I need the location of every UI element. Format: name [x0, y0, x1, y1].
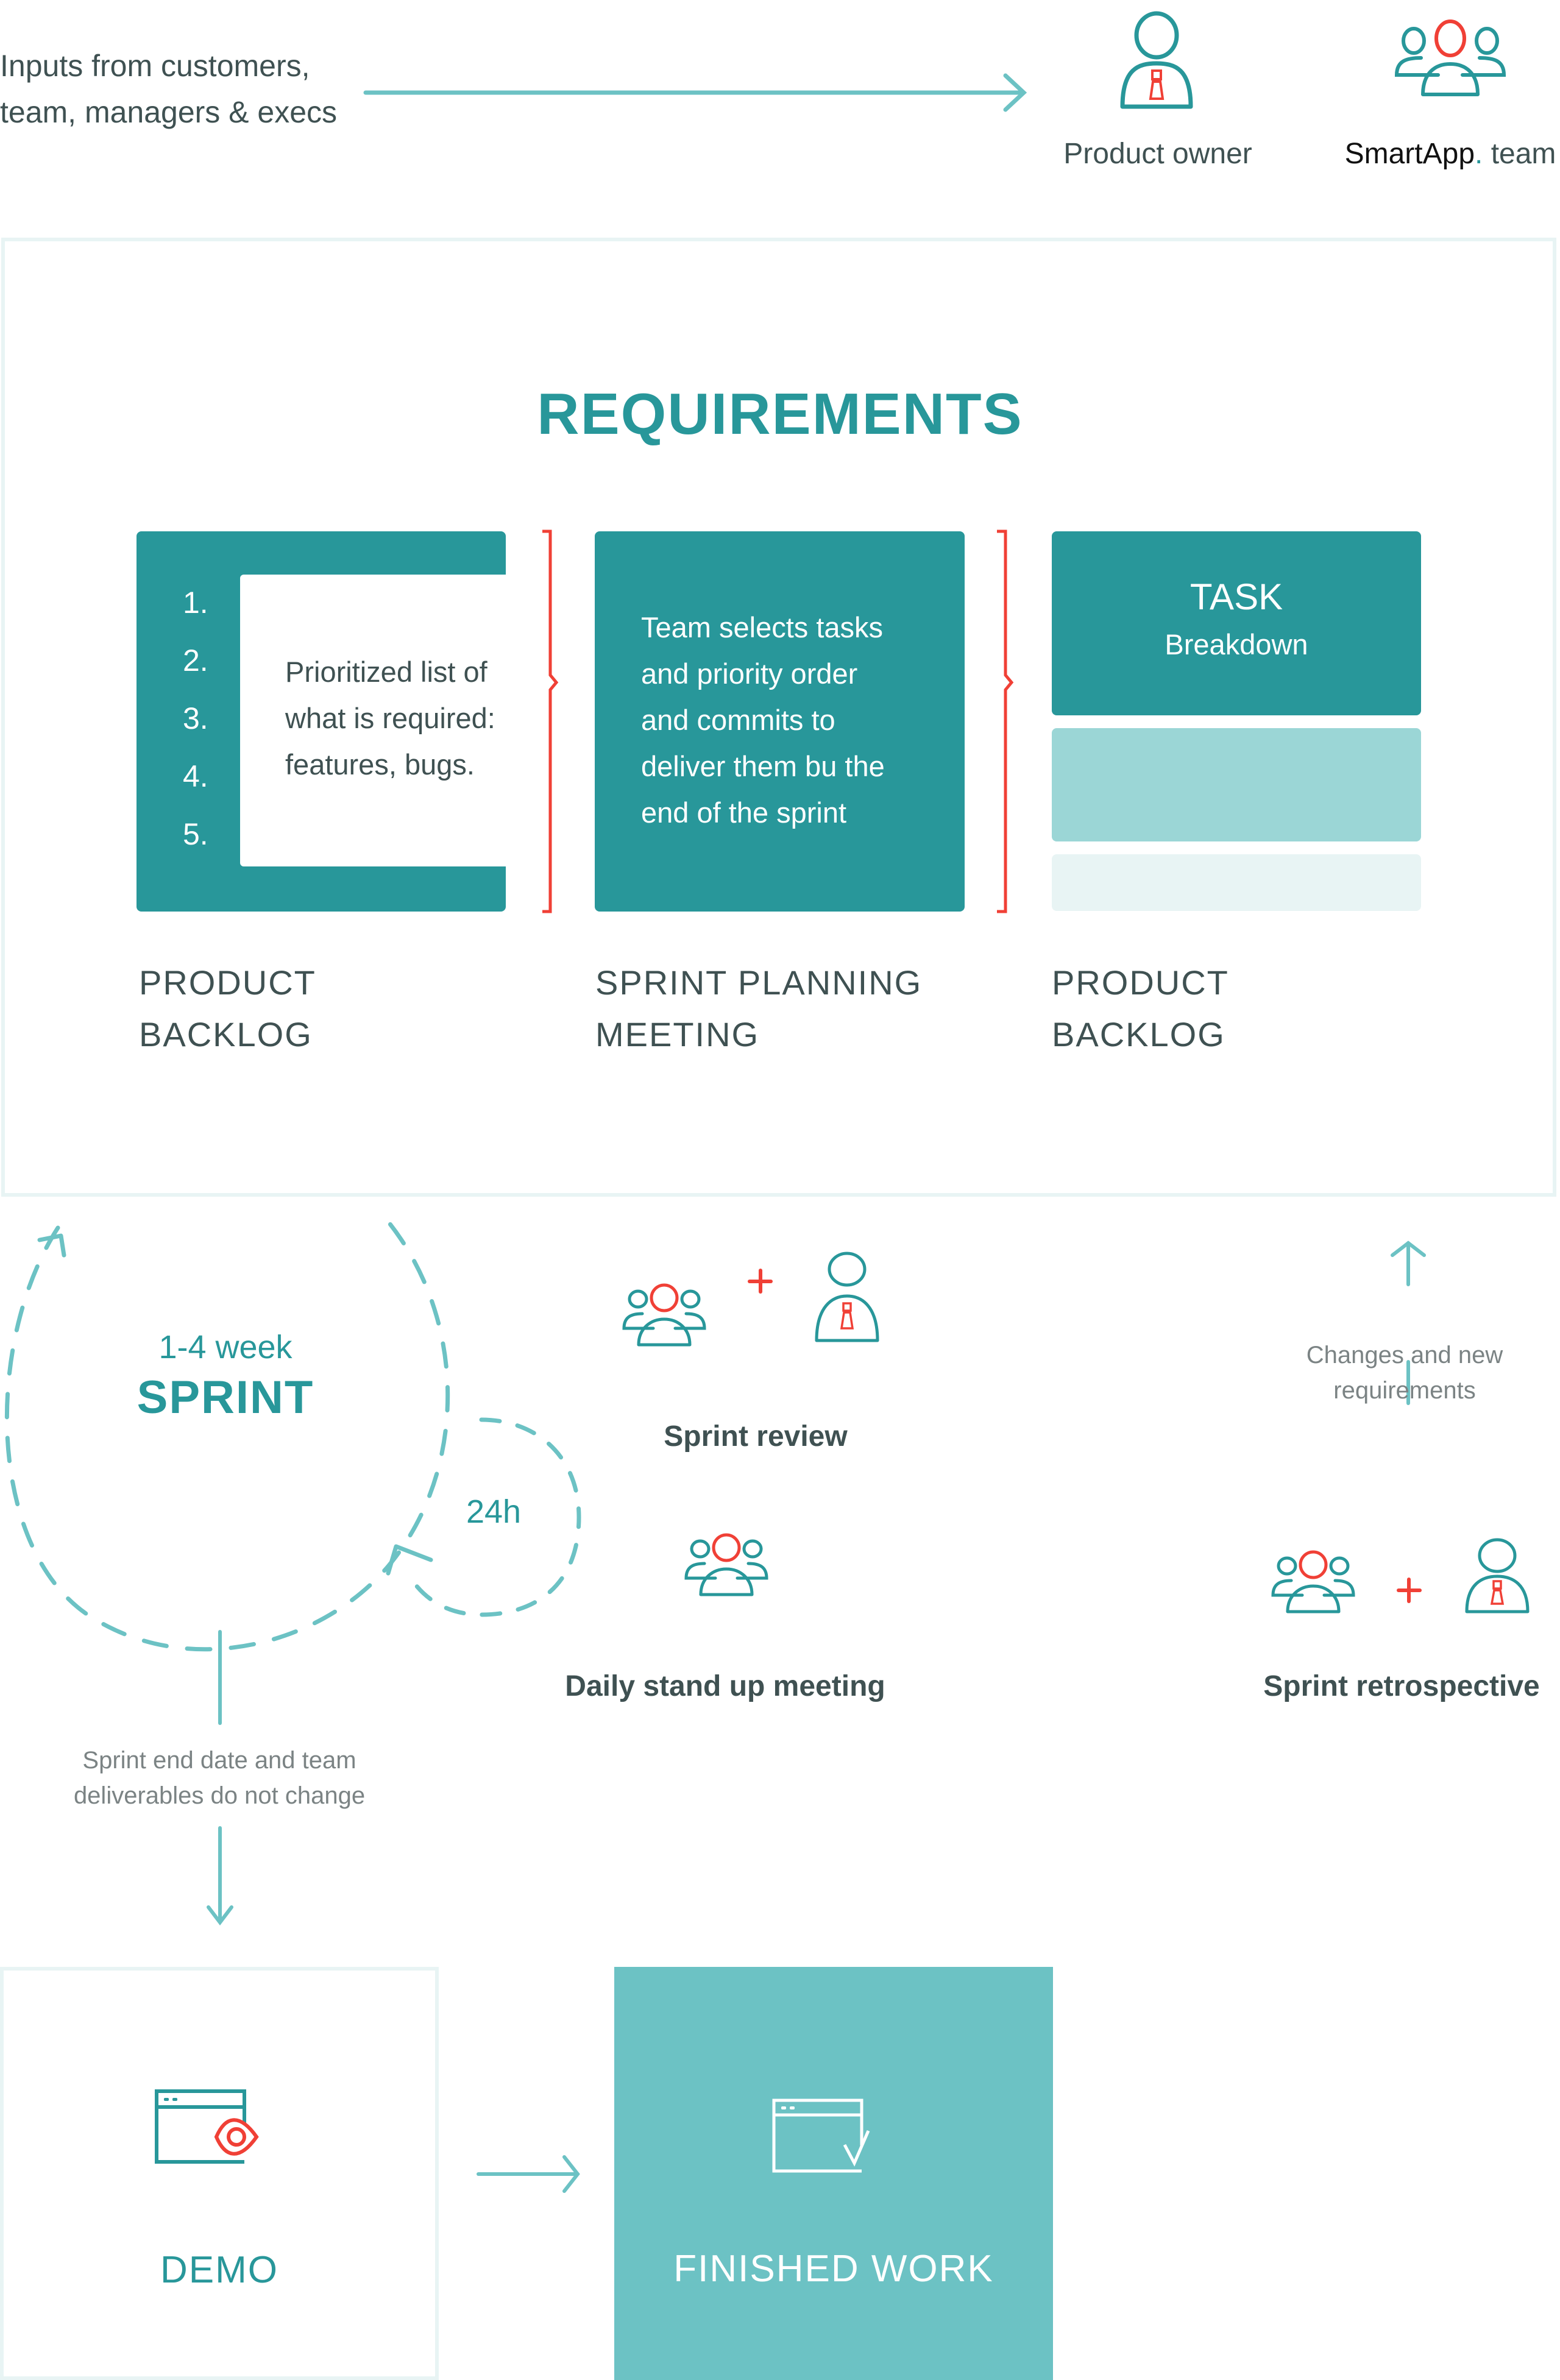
daily-cycle-label: 24h — [466, 1493, 522, 1530]
bracket-icon — [542, 529, 559, 913]
note-line: requirements — [1333, 1377, 1476, 1404]
sprint-title: SPRINT — [136, 1372, 314, 1423]
product-owner-icon — [815, 1252, 879, 1342]
changes-note: Changes and new requirements — [1268, 1337, 1542, 1408]
note-line: Changes and new — [1306, 1342, 1503, 1369]
note-line: Sprint end date and team — [82, 1747, 356, 1774]
plus-icon — [748, 1269, 773, 1294]
sprint-review-label: Sprint review — [664, 1420, 848, 1453]
brackets-layer — [542, 529, 1014, 913]
sprint-cycle-loop — [4, 1207, 450, 1652]
sprint-end-note: Sprint end date and team deliverables do… — [37, 1743, 402, 1813]
window-check-icon — [772, 2098, 870, 2173]
daily-standup-label: Daily stand up meeting — [565, 1670, 885, 1702]
demo-label: DEMO — [160, 2249, 278, 2291]
sprint-duration: 1-4 week — [158, 1329, 292, 1365]
finished-work-label: FINISHED WORK — [673, 2248, 994, 2290]
sprint-loop-arrowhead — [37, 1233, 66, 1258]
label-line: PRODUCT — [139, 963, 316, 1002]
label-line: SPRINT PLANNING — [595, 963, 923, 1002]
task-backlog-label: PRODUCT BACKLOG — [1052, 957, 1229, 1060]
product-backlog-label: PRODUCT BACKLOG — [139, 957, 316, 1060]
label-line: PRODUCT — [1052, 963, 1229, 1002]
label-line: BACKLOG — [1052, 1015, 1225, 1054]
team-icon — [1271, 1550, 1355, 1613]
label-line: BACKLOG — [139, 1015, 313, 1054]
product-owner-icon — [1465, 1538, 1530, 1613]
team-icon — [622, 1283, 706, 1347]
sprint-diagram — [4, 1207, 1530, 2193]
plus-icon — [1397, 1578, 1422, 1603]
label-line: MEETING — [595, 1015, 760, 1054]
sprint-retrospective-label: Sprint retrospective — [1263, 1670, 1540, 1702]
bracket-icon — [997, 529, 1014, 913]
team-icon — [684, 1533, 768, 1596]
sprint-planning-label: SPRINT PLANNING MEETING — [595, 957, 922, 1060]
note-line: deliverables do not change — [73, 1782, 366, 1809]
demo-window-eye-icon — [155, 2089, 259, 2164]
